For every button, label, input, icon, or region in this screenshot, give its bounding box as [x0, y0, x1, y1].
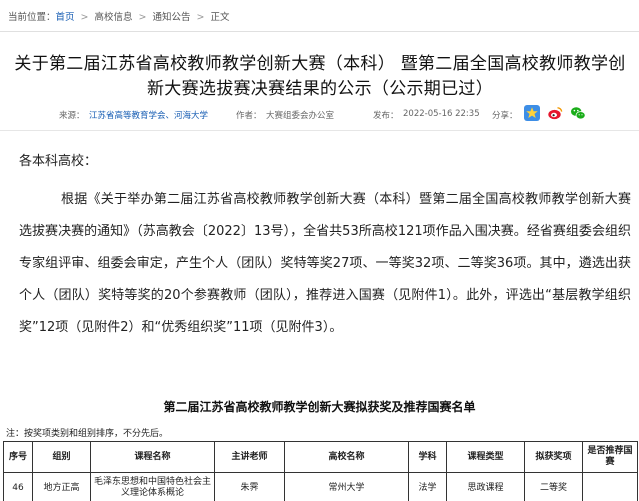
chevron-right-icon: > [80, 12, 89, 23]
source-label: 来源： [59, 111, 85, 121]
header-discipline: 学科 [408, 441, 447, 473]
header-course-type: 课程类型 [446, 441, 525, 473]
cell-course-type: 思政课程 [446, 472, 525, 501]
cell-university: 常州大学 [284, 472, 409, 501]
breadcrumb: 当前位置：首页 > 高校信息 > 通知公告 > 正文 [8, 9, 229, 23]
breadcrumb-notices-link[interactable]: 通知公告 [152, 12, 190, 23]
salutation: 各本科高校： [19, 154, 98, 169]
header-recommend: 是否推荐国赛 [582, 441, 638, 473]
breadcrumb-current: 正文 [210, 12, 230, 23]
divider [0, 130, 639, 131]
source-link[interactable]: 江苏省高等教育学会、河海大学 [89, 109, 208, 121]
date-value: 2022-05-16 22:35 [403, 109, 480, 119]
cell-award: 二等奖 [524, 472, 583, 501]
breadcrumb-home-link[interactable]: 首页 [56, 12, 75, 23]
weibo-icon[interactable] [547, 105, 563, 121]
breadcrumb-prefix: 当前位置： [8, 12, 56, 23]
chevron-right-icon: > [138, 12, 147, 23]
cell-index: 46 [3, 472, 33, 501]
header-index: 序号 [3, 441, 33, 473]
cell-course: 毛泽东思想和中国特色社会主义理论体系概论 [90, 472, 215, 501]
cell-discipline: 法学 [408, 472, 447, 501]
cell-recommend [582, 472, 638, 501]
cell-teacher: 朱霁 [214, 472, 285, 501]
awards-table-section: 第二届江苏省高校教师教学创新大赛拟获奖及推荐国赛名单 注：按奖项类别和组别排序，… [0, 396, 639, 501]
share-label: 分享： [492, 111, 518, 121]
qzone-icon[interactable] [524, 105, 540, 121]
table-title: 第二届江苏省高校教师教学创新大赛拟获奖及推荐国赛名单 [163, 400, 476, 414]
author-label: 作者： [236, 111, 262, 121]
header-course: 课程名称 [90, 441, 215, 473]
cell-group: 地方正高 [32, 472, 91, 501]
table-header-row: 序号 组别 课程名称 主讲老师 高校名称 学科 课程类型 拟获奖项 是否推荐国赛 [3, 441, 638, 473]
divider [0, 31, 639, 32]
article-meta: 来源： 江苏省高等教育学会、河海大学 作者： 大赛组委会办公室 发布： 2022… [0, 108, 639, 122]
header-award: 拟获奖项 [524, 441, 583, 473]
chevron-right-icon: > [196, 12, 205, 23]
header-teacher: 主讲老师 [214, 441, 285, 473]
wechat-icon[interactable] [570, 105, 586, 121]
table-row: 46 地方正高 毛泽东思想和中国特色社会主义理论体系概论 朱霁 常州大学 法学 … [3, 472, 638, 501]
date-label: 发布： [373, 111, 399, 121]
table-note: 注：按奖项类别和组别排序，不分先后。 [6, 429, 169, 439]
article-title: 关于第二届江苏省高校教师教学创新大赛（本科） 暨第二届全国高校教师教学创新大赛选… [14, 54, 626, 99]
awards-table: 序号 组别 课程名称 主讲老师 高校名称 学科 课程类型 拟获奖项 是否推荐国赛… [3, 441, 638, 501]
author-value: 大赛组委会办公室 [266, 111, 335, 121]
header-university: 高校名称 [284, 441, 409, 473]
body-paragraph: 根据《关于举办第二届江苏省高校教师教学创新大赛（本科）暨第二届全国高校教师教学创… [19, 192, 631, 335]
header-group: 组别 [32, 441, 91, 473]
breadcrumb-college-info-link[interactable]: 高校信息 [95, 12, 133, 23]
